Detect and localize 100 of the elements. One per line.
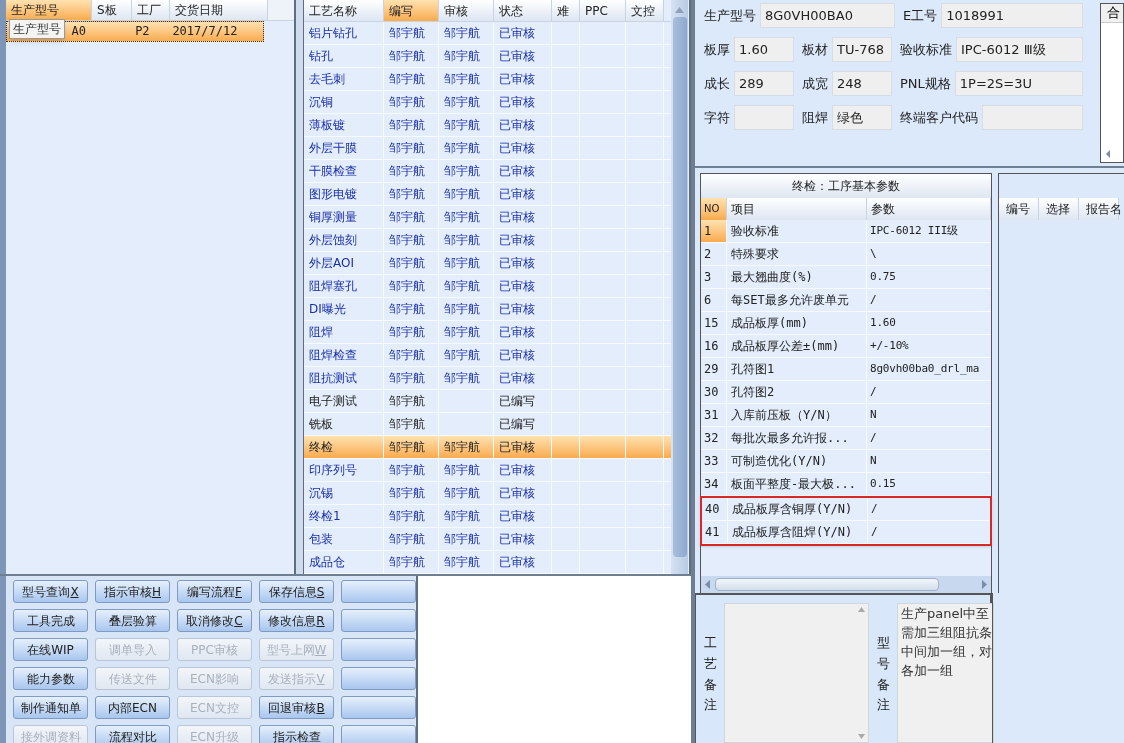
table-cell: 板面平整度-最大极... xyxy=(731,477,856,491)
table-cell: 邹宇航 xyxy=(389,325,425,339)
table-cell: 已审核 xyxy=(499,532,535,546)
row-number-cell: 3 xyxy=(701,266,727,288)
table-cell: 邹宇航 xyxy=(389,509,425,523)
table-cell: 邹宇航 xyxy=(389,348,425,362)
row-number-cell: 29 xyxy=(701,358,727,380)
table-cell: 邹宇航 xyxy=(389,233,425,247)
table-cell: 已审核 xyxy=(499,325,535,339)
table-cell: 已审核 xyxy=(499,26,535,40)
table-cell: 邹宇航 xyxy=(444,210,480,224)
table-cell: 去毛刺 xyxy=(309,72,345,86)
table-cell: 邹宇航 xyxy=(444,302,480,316)
table-cell: \ xyxy=(870,247,877,260)
table-cell: 阻焊 xyxy=(309,325,333,339)
table-cell: 外层干膜 xyxy=(309,141,357,155)
table-cell: 邹宇航 xyxy=(444,233,480,247)
table-cell: 邹宇航 xyxy=(444,325,480,339)
table-cell: 邹宇航 xyxy=(444,26,480,40)
table-cell: 邹宇航 xyxy=(389,532,425,546)
table-cell: 铜厚测量 xyxy=(309,210,357,224)
table-cell: 邹宇航 xyxy=(389,95,425,109)
table-cell: 阻焊检查 xyxy=(309,348,357,362)
table-cell: 每SET最多允许废单元 xyxy=(731,293,849,307)
table-cell: / xyxy=(871,502,878,515)
row-number-cell: 41 xyxy=(702,521,728,543)
table-cell: 邹宇航 xyxy=(444,440,480,454)
table-cell: 0.15 xyxy=(870,477,896,490)
table-cell: 邹宇航 xyxy=(444,348,480,362)
table-cell: 邹宇航 xyxy=(444,509,480,523)
field-label: 成宽 xyxy=(802,74,828,93)
row-number-cell: 2 xyxy=(701,243,727,265)
table-cell: 已审核 xyxy=(499,279,535,293)
table-cell: 每批次最多允许报... xyxy=(731,431,849,445)
table-cell: / xyxy=(871,525,878,538)
remark-label: 型号备注 xyxy=(876,634,890,715)
table-cell: 邹宇航 xyxy=(444,49,480,63)
field-label: 终端客户代码 xyxy=(900,108,978,127)
field-label: 板厚 xyxy=(704,40,730,59)
row-number-cell: 16 xyxy=(701,335,727,357)
table-cell: 成品仓 xyxy=(309,555,345,569)
table-cell: 终检1 xyxy=(309,509,341,523)
table-cell: 邹宇航 xyxy=(444,256,480,270)
table-cell: 已审核 xyxy=(499,141,535,155)
table-cell: 入库前压板（Y/N） xyxy=(731,408,837,422)
table-cell: 成品板厚含铜厚(Y/N) xyxy=(732,502,853,516)
table-cell: 已审核 xyxy=(499,49,535,63)
table-cell: 沉铜 xyxy=(309,95,333,109)
row-number-cell: 40 xyxy=(702,498,728,520)
table-cell: 邹宇航 xyxy=(444,118,480,132)
table-cell: 包装 xyxy=(309,532,333,546)
table-cell: IPC-6012 III级 xyxy=(870,224,958,237)
table-cell: 已审核 xyxy=(499,256,535,270)
table-cell: 邹宇航 xyxy=(389,394,425,408)
table-title: 终检：工序基本参数 xyxy=(701,174,991,198)
tooltip: 生产型号 xyxy=(9,19,65,39)
table-cell: P2 xyxy=(135,24,150,38)
table-cell: 邹宇航 xyxy=(444,555,480,569)
field-label: 板材 xyxy=(802,40,828,59)
table-cell: 邹宇航 xyxy=(389,49,425,63)
table-cell: 2017/7/12 xyxy=(172,24,238,38)
table-cell: 已编写 xyxy=(499,394,535,408)
table-cell: 已审核 xyxy=(499,302,535,316)
table-cell: 邹宇航 xyxy=(389,164,425,178)
row-number-cell: 31 xyxy=(701,404,727,426)
table-cell: N xyxy=(870,408,877,421)
table-cell: 已审核 xyxy=(499,72,535,86)
table-cell: 已审核 xyxy=(499,164,535,178)
table-cell: 邹宇航 xyxy=(389,118,425,132)
table-cell: 邹宇航 xyxy=(444,141,480,155)
table-cell: 1.60 xyxy=(870,316,896,329)
table-cell: 成品板厚含阻焊(Y/N) xyxy=(732,525,853,539)
table-cell: 邹宇航 xyxy=(444,279,480,293)
row-number-cell: 1 xyxy=(701,220,727,242)
table-cell: 阻抗测试 xyxy=(309,371,357,385)
table-cell: N xyxy=(870,454,877,467)
table-cell: 已审核 xyxy=(499,463,535,477)
table-cell: 铝片钻孔 xyxy=(309,26,357,40)
table-cell: 邹宇航 xyxy=(444,95,480,109)
table-cell: 已审核 xyxy=(499,371,535,385)
table-cell: / xyxy=(870,385,877,398)
table-cell: 邹宇航 xyxy=(389,26,425,40)
row-number-cell: 6 xyxy=(701,289,727,311)
table-cell: +/-10% xyxy=(870,339,909,352)
field-label: 验收标准 xyxy=(900,40,952,59)
table-cell: / xyxy=(870,431,877,444)
table-cell: 邹宇航 xyxy=(444,164,480,178)
table-cell: 沉锡 xyxy=(309,486,333,500)
table-cell: 邹宇航 xyxy=(444,486,480,500)
table-cell: 电子测试 xyxy=(309,394,357,408)
table-cell: 0.75 xyxy=(870,270,896,283)
row-number-cell: 33 xyxy=(701,450,727,472)
table-cell: 成品板厚公差±(mm) xyxy=(731,339,840,353)
row-number-cell: 34 xyxy=(701,473,727,495)
table-cell: 邹宇航 xyxy=(444,72,480,86)
table-cell: 邹宇航 xyxy=(389,463,425,477)
table-cell: 外层AOI xyxy=(309,256,354,270)
table-cell: 阻焊塞孔 xyxy=(309,279,357,293)
table-cell: 邹宇航 xyxy=(389,256,425,270)
table-cell: 可制造优化(Y/N) xyxy=(731,454,828,468)
